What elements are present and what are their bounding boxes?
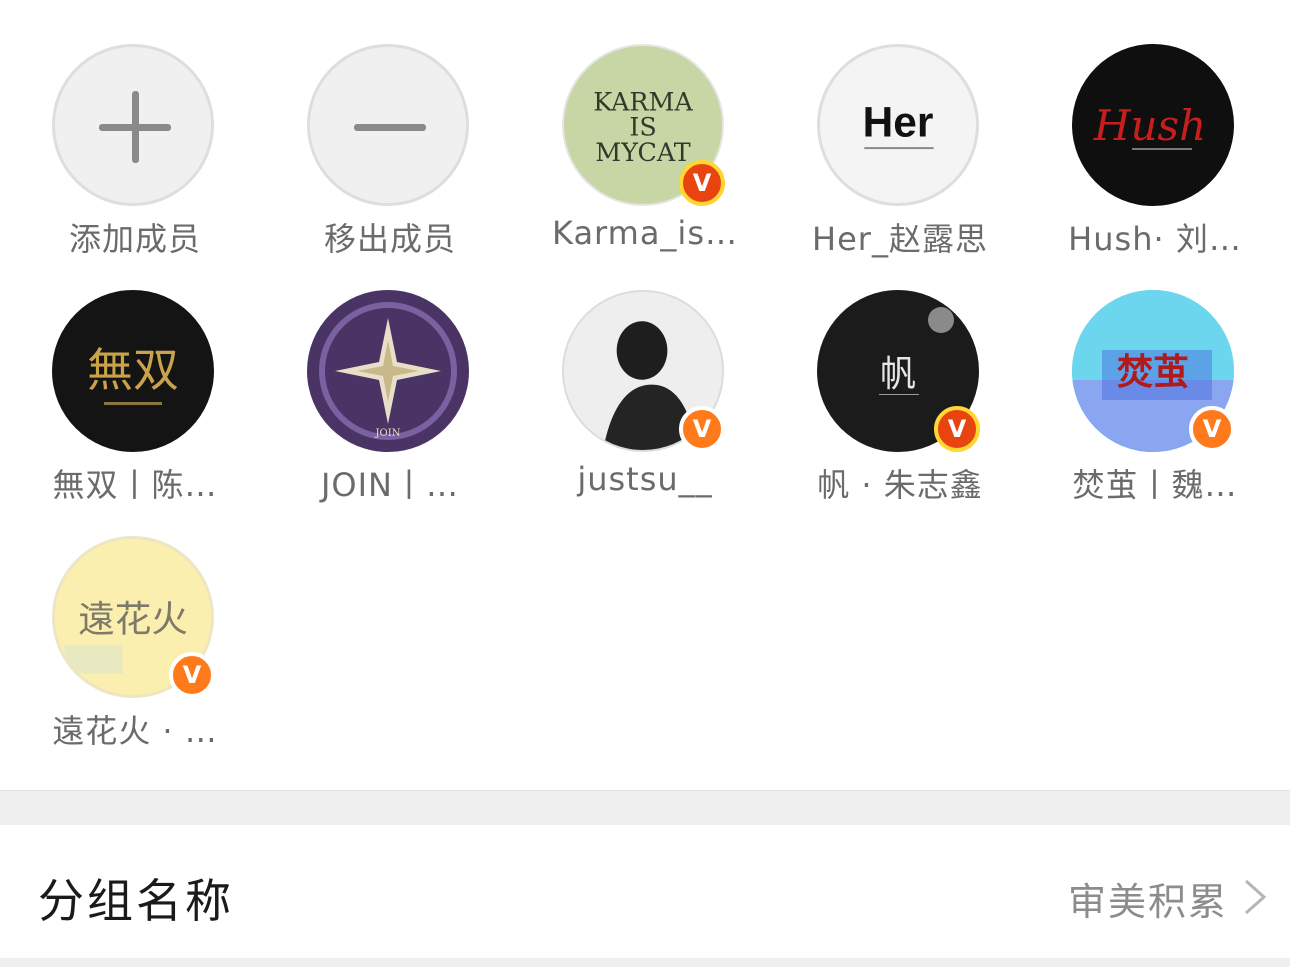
verified-badge-icon: V: [934, 406, 980, 452]
member-item[interactable]: 焚茧 V 焚茧丨魏…: [1025, 290, 1245, 530]
avatar: Her: [817, 44, 979, 206]
member-grid: 添加成员 移出成员 KARMA IS MYCAT V Karma_is… Her…: [0, 0, 1290, 790]
avatar-text: 焚茧: [1117, 352, 1189, 393]
verified-badge-icon: V: [679, 160, 725, 206]
group-name-value: 审美积累: [1067, 880, 1228, 924]
add-member-button[interactable]: 添加成员: [5, 44, 225, 284]
minus-icon: [307, 44, 469, 206]
avatar: 無双: [52, 290, 214, 452]
avatar-text: 遠花火: [78, 597, 188, 640]
avatar-text: Hush: [1093, 101, 1206, 150]
member-name: JOIN丨…: [320, 466, 459, 504]
member-name: 焚茧丨魏…: [1072, 466, 1238, 504]
member-item[interactable]: KARMA IS MYCAT V Karma_is…: [515, 44, 737, 284]
member-item[interactable]: 遠花火 V 遠花火 · …: [5, 536, 225, 776]
verified-badge-icon: V: [169, 652, 215, 698]
avatar-text: JOIN: [375, 428, 401, 439]
member-item[interactable]: 無双 無双丨陈…: [5, 290, 225, 530]
bottom-divider: [0, 958, 1290, 967]
member-name: Karma_is…: [552, 214, 738, 252]
member-item[interactable]: 帆 V 帆 · 朱志鑫: [770, 290, 990, 530]
member-name: Her_赵露思: [812, 220, 988, 258]
remove-member-button[interactable]: 移出成员: [260, 44, 480, 284]
add-member-label: 添加成员: [68, 220, 201, 258]
avatar: JOIN: [307, 290, 469, 452]
member-item[interactable]: JOIN JOIN丨…: [260, 290, 480, 530]
group-name-row[interactable]: 分组名称 审美积累: [0, 825, 1290, 958]
section-divider: [0, 790, 1290, 826]
member-name: justsu__: [577, 460, 713, 498]
avatar-text: 帆: [880, 354, 916, 395]
member-name: Hush· 刘…: [1068, 220, 1242, 258]
avatar: Hush: [1072, 44, 1234, 206]
remove-member-label: 移出成员: [323, 220, 456, 258]
member-name: 遠花火 · …: [52, 712, 218, 750]
verified-badge-icon: V: [1189, 406, 1235, 452]
avatar-text: Her: [863, 99, 934, 146]
avatar-text: 無双: [87, 343, 179, 397]
verified-badge-icon: V: [679, 406, 725, 452]
group-name-title: 分组名称: [38, 874, 234, 928]
plus-icon: [52, 44, 214, 206]
member-item[interactable]: Her Her_赵露思: [770, 44, 990, 284]
member-item[interactable]: V justsu__: [515, 290, 735, 530]
member-item[interactable]: Hush Hush· 刘…: [1025, 44, 1245, 284]
chevron-right-icon: [1245, 879, 1267, 915]
member-name: 無双丨陈…: [52, 466, 218, 504]
avatar-text: MYCAT: [595, 137, 691, 167]
member-name: 帆 · 朱志鑫: [817, 466, 983, 504]
